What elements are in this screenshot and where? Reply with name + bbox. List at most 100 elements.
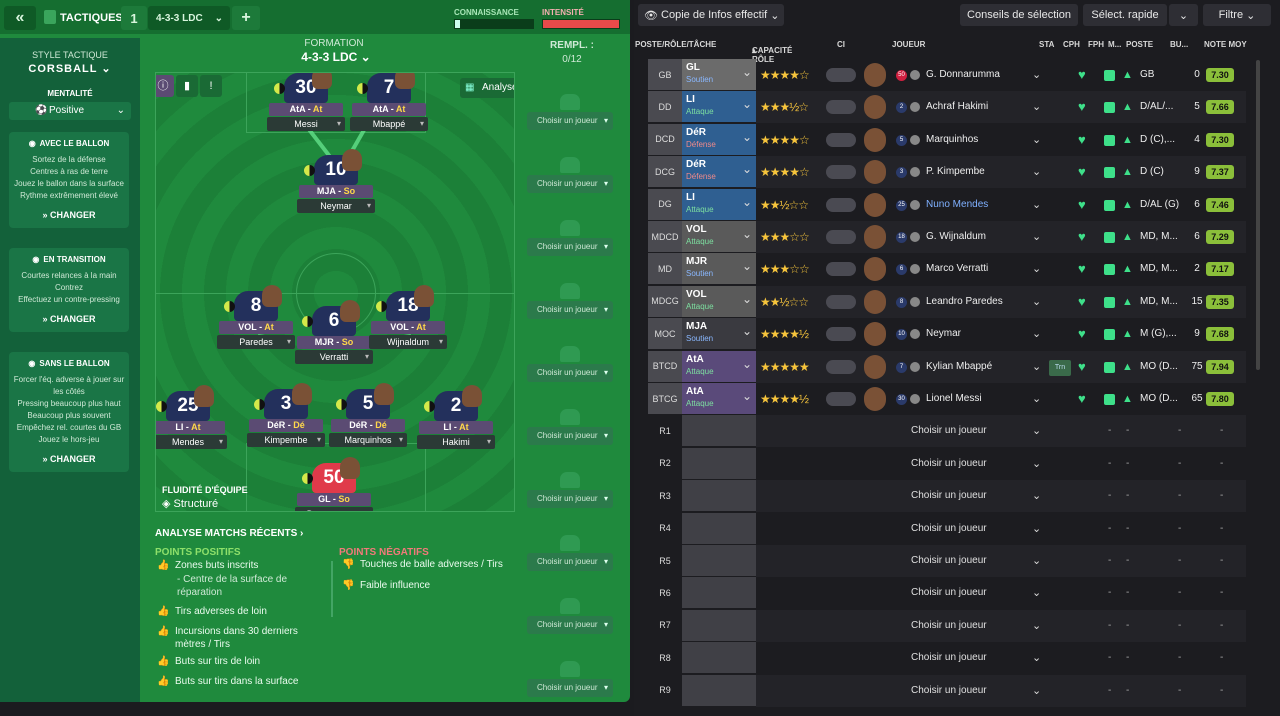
choose-player-dropdown[interactable]: Choisir un joueur <box>527 427 613 445</box>
pitch-player[interactable]: 18 VOL - At Wijnaldum <box>368 285 448 349</box>
pitch-player[interactable]: 30 AtA - At Messi <box>266 73 346 131</box>
reserve-row[interactable]: R9 Choisir un joueur ⌄ - - - - <box>648 674 1246 707</box>
choose-player-dropdown[interactable]: Choisir un joueur <box>527 364 613 382</box>
chevron-down-icon[interactable]: ⌄ <box>1032 59 1041 91</box>
player-name[interactable]: Marco Verratti <box>926 253 988 285</box>
chevron-down-icon[interactable]: ⌄ <box>1032 383 1041 415</box>
sub-slot[interactable]: Choisir un joueur <box>527 598 613 634</box>
player-name-select[interactable]: Mendes <box>156 435 227 449</box>
back-button[interactable]: « <box>4 6 36 30</box>
style-value[interactable]: CORSBALL ⌄ <box>0 62 140 75</box>
col-poste[interactable]: POSTE <box>1126 40 1153 49</box>
ci-toggle[interactable] <box>826 230 856 244</box>
sub-slot[interactable]: Choisir un joueur <box>527 472 613 508</box>
chevron-down-icon[interactable]: ⌄ <box>1032 318 1041 350</box>
sub-slot[interactable]: Choisir un joueur <box>527 661 613 697</box>
player-name[interactable]: P. Kimpembe <box>926 156 985 188</box>
cell-role-select[interactable]: GL Soutien <box>682 59 756 91</box>
choose-player-dropdown[interactable]: Choisir un joueur <box>527 238 613 256</box>
choose-player-dropdown[interactable]: Choisir un joueur <box>527 301 613 319</box>
view-selector[interactable]: 👁 Copie de Infos effectif ⌄ <box>638 4 784 26</box>
col-player[interactable]: JOUEUR <box>892 40 925 49</box>
pitch-player[interactable]: 6 MJR - So Verratti <box>294 300 374 364</box>
ci-toggle[interactable] <box>826 359 856 374</box>
sub-slot[interactable]: Choisir un joueur <box>527 346 613 382</box>
mentality-selector[interactable]: ⚽ Positive ⌄ <box>9 102 131 120</box>
chevron-down-icon[interactable]: ⌄ <box>1032 545 1041 577</box>
quick-select-button[interactable]: Sélect. rapide <box>1083 4 1167 26</box>
player-name[interactable]: Neymar <box>926 318 961 350</box>
col-fph[interactable]: FPH <box>1088 40 1104 49</box>
pitch-player[interactable]: 5 DéR - Dé Marquinhos <box>328 383 408 447</box>
formation-value[interactable]: 4-3-3 LDC ⌄ <box>296 50 376 64</box>
choose-player-dropdown[interactable]: Choisir un joueur <box>527 679 613 697</box>
filter-button[interactable]: Filtre ⌄ <box>1203 4 1271 26</box>
cell-role-select[interactable]: LI Attaque <box>682 91 756 124</box>
ci-toggle[interactable] <box>826 294 856 309</box>
ci-toggle[interactable] <box>826 392 856 406</box>
analysis-title[interactable]: ANALYSE MATCHS RÉCENTS › <box>155 528 303 539</box>
cell-role-select[interactable]: LI Attaque <box>682 188 756 221</box>
sub-slot[interactable]: Choisir un joueur <box>527 157 613 193</box>
reserve-row[interactable]: R5 Choisir un joueur ⌄ - - - - <box>648 545 1246 577</box>
chevron-down-icon[interactable]: ⌄ <box>1032 253 1041 285</box>
ci-toggle[interactable] <box>826 68 856 82</box>
reserve-row[interactable]: R2 Choisir un joueur ⌄ - - - - <box>648 447 1246 480</box>
player-name[interactable]: Nuno Mendes <box>926 189 988 221</box>
col-note[interactable]: NOTE MOY <box>1204 40 1247 49</box>
ci-toggle[interactable] <box>826 100 856 115</box>
change-button[interactable]: » CHANGER <box>9 210 129 220</box>
player-name-select[interactable]: Kimpembe <box>247 433 325 447</box>
cell-role-select[interactable]: MJA Soutien <box>682 318 756 351</box>
chevron-down-icon[interactable]: ⌄ <box>1032 221 1041 253</box>
table-row[interactable]: GBGLSoutien★★★★☆50G. Donnarumma⌄♥▲GB07.3… <box>648 59 1246 91</box>
pitch-player[interactable]: 3 DéR - Dé Kimpembe <box>246 383 326 447</box>
col-position[interactable]: POSTE/RÔLE/TÂCHE <box>635 40 716 49</box>
player-name[interactable]: G. Donnarumma <box>926 59 1000 91</box>
table-row[interactable]: MOCMJASoutien★★★★½10Neymar⌄♥▲M (G),...97… <box>648 318 1246 351</box>
player-name[interactable]: Achraf Hakimi <box>926 91 988 123</box>
chevron-down-icon[interactable]: ⌄ <box>1032 513 1041 545</box>
col-sta[interactable]: STA <box>1039 40 1054 49</box>
player-name-select[interactable]: Messi <box>267 117 345 131</box>
choose-player-text[interactable]: Choisir un joueur <box>911 577 987 609</box>
sub-slot[interactable]: Choisir un joueur <box>527 409 613 445</box>
pitch-player[interactable]: 50GL - SoDonnarumma <box>294 457 374 511</box>
chevron-down-icon[interactable]: ⌄ <box>1032 642 1041 674</box>
add-tactic-button[interactable]: + <box>232 6 260 30</box>
player-name-select[interactable]: Verratti <box>295 350 373 364</box>
tactic-slot-button[interactable]: 1 <box>121 6 147 30</box>
player-name-select[interactable]: Wijnaldum <box>369 335 447 349</box>
ci-toggle[interactable] <box>826 165 856 180</box>
sub-slot[interactable]: Choisir un joueur <box>527 283 613 319</box>
choose-player-dropdown[interactable]: Choisir un joueur <box>527 490 613 508</box>
table-row[interactable]: MDCGVOLAttaque★★½☆☆8Leandro Paredes⌄♥▲MD… <box>648 285 1246 318</box>
table-row[interactable]: MDMJRSoutien★★★☆☆6Marco Verratti⌄♥▲MD, M… <box>648 253 1246 286</box>
player-name[interactable]: Lionel Messi <box>926 383 982 415</box>
choose-player-text[interactable]: Choisir un joueur <box>911 642 987 674</box>
cell-role-select[interactable]: MJR Soutien <box>682 253 756 286</box>
col-ci[interactable]: CI <box>837 40 845 49</box>
player-name-select[interactable]: Mbappé <box>350 117 428 131</box>
cell-role-select[interactable]: AtA Attaque <box>682 350 756 383</box>
table-row[interactable]: DCDDéRDéfense★★★★☆5Marquinhos⌄♥▲D (C),..… <box>648 123 1246 156</box>
choose-player-text[interactable]: Choisir un joueur <box>911 480 987 512</box>
cell-role-select[interactable]: VOL Attaque <box>682 285 756 318</box>
selection-advice-button[interactable]: Conseils de sélection <box>960 4 1078 26</box>
chevron-down-icon[interactable]: ⌄ <box>1032 577 1041 609</box>
reserve-row[interactable]: R4 Choisir un joueur ⌄ - - - - <box>648 512 1246 545</box>
player-name[interactable]: G. Wijnaldum <box>926 221 986 253</box>
pitch-player[interactable]: 8 VOL - At Paredes <box>216 285 296 349</box>
sub-slot[interactable]: Choisir un joueur <box>527 220 613 256</box>
player-name-select[interactable]: Donnarumma <box>295 507 373 511</box>
quick-select-dropdown[interactable]: ⌄ <box>1169 4 1198 26</box>
chevron-down-icon[interactable]: ⌄ <box>1032 610 1041 642</box>
reserve-row[interactable]: R3 Choisir un joueur ⌄ - - - - <box>648 480 1246 513</box>
scrollbar[interactable] <box>1256 60 1260 370</box>
choose-player-text[interactable]: Choisir un joueur <box>911 675 987 707</box>
player-name-select[interactable]: Paredes <box>217 335 295 349</box>
change-button[interactable]: » CHANGER <box>9 314 129 324</box>
cell-role-select[interactable]: DéR Défense <box>682 123 756 156</box>
cell-role-select[interactable]: DéR Défense <box>682 156 756 189</box>
table-row[interactable]: BTCDAtAAttaque★★★★★7Kylian Mbappé⌄Trn♥▲M… <box>648 350 1246 383</box>
